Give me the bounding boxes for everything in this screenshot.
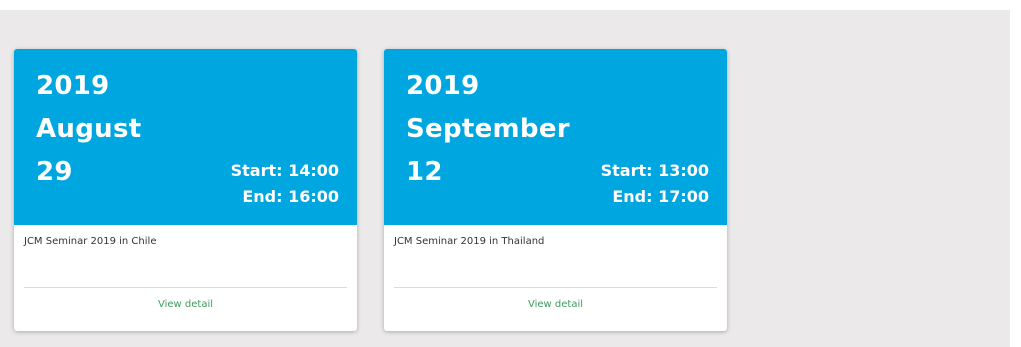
event-year: 2019 xyxy=(406,71,480,101)
view-detail-link[interactable]: View detail xyxy=(384,298,727,311)
view-detail-link[interactable]: View detail xyxy=(14,298,357,311)
event-start-time: Start: 14:00 xyxy=(230,161,339,180)
event-body: JCM Seminar 2019 in Chile View detail xyxy=(14,225,357,331)
divider xyxy=(24,287,347,288)
event-title: JCM Seminar 2019 in Thailand xyxy=(394,236,545,247)
event-month: September xyxy=(406,114,570,144)
event-card: 2019 September 12 Start: 13:00 End: 17:0… xyxy=(384,49,727,331)
event-list: 2019 August 29 Start: 14:00 End: 16:00 J… xyxy=(0,10,1010,347)
event-day: 29 xyxy=(36,157,73,187)
event-day: 12 xyxy=(406,157,443,187)
event-month: August xyxy=(36,114,142,144)
event-date-header: 2019 August 29 Start: 14:00 End: 16:00 xyxy=(14,49,357,225)
event-card: 2019 August 29 Start: 14:00 End: 16:00 J… xyxy=(14,49,357,331)
event-end-time: End: 17:00 xyxy=(612,187,709,206)
event-start-time: Start: 13:00 xyxy=(600,161,709,180)
event-end-time: End: 16:00 xyxy=(242,187,339,206)
divider xyxy=(394,287,717,288)
event-year: 2019 xyxy=(36,71,110,101)
event-title: JCM Seminar 2019 in Chile xyxy=(24,236,157,247)
event-body: JCM Seminar 2019 in Thailand View detail xyxy=(384,225,727,331)
event-date-header: 2019 September 12 Start: 13:00 End: 17:0… xyxy=(384,49,727,225)
